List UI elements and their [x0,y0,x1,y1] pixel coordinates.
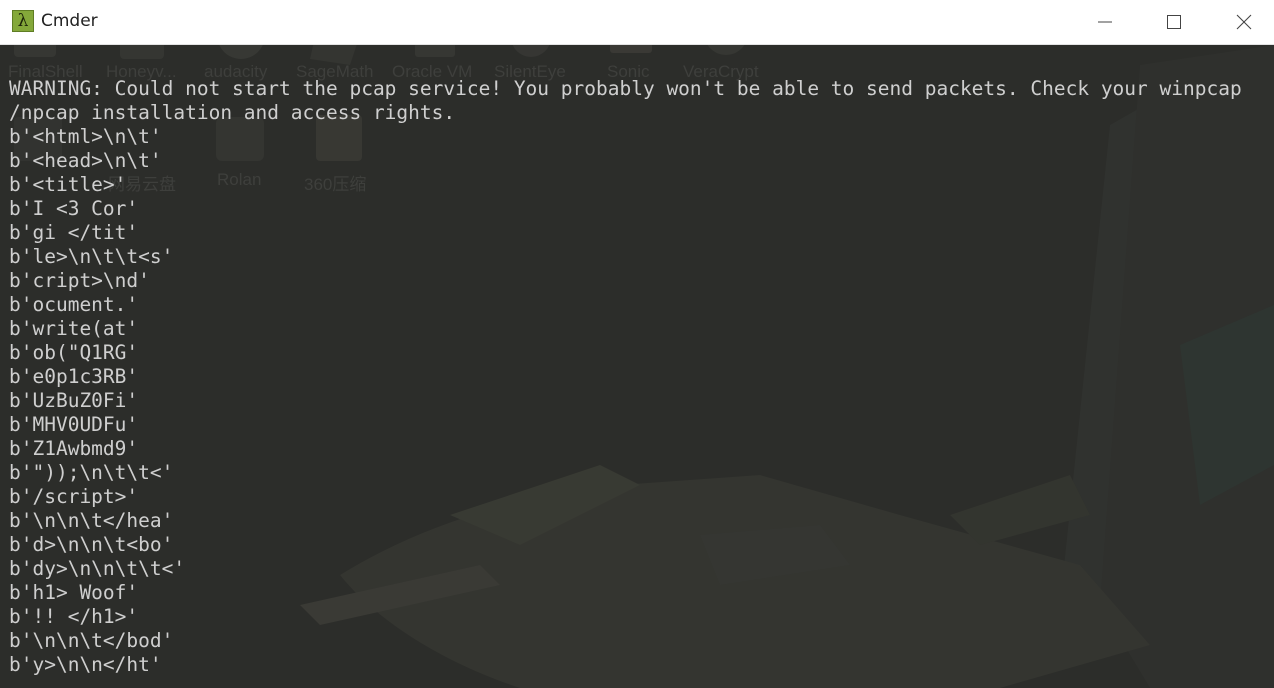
minimize-button[interactable] [1082,0,1128,44]
console-output-line: b'<html>\n\t' [9,125,162,148]
console-output-line: b'/script>' [9,485,139,508]
console-output-line: b'Z1Awbmd9' [9,437,139,460]
console-output-line: b'I <3 Cor' [9,197,139,220]
console-output-line: b'"));\n\t\t<' [9,461,174,484]
console-output-line: b'd>\n\n\t<bo' [9,533,174,556]
console-output-line: b'<title>' [9,173,127,196]
console-output-line: b'ocument.' [9,293,139,316]
console-output-line: b'write(at' [9,317,139,340]
close-button[interactable] [1221,0,1267,44]
console-output-line: b'h1> Woof' [9,581,139,604]
console-output-line: b'le>\n\t\t<s' [9,245,174,268]
minimize-icon [1098,21,1112,23]
console-output-line: b'MHV0UDFu' [9,413,139,436]
console-output-line: b'!! </h1>' [9,605,139,628]
console-output[interactable]: WARNING: Could not start the pcap servic… [0,45,1274,688]
lambda-icon: λ [12,10,34,32]
console-output-line: b'\n\n\t</hea' [9,509,174,532]
console-output-line: b'\n\n\t</bod' [9,629,174,652]
window-title: Cmder [41,11,98,31]
console-output-line: b'cript>\nd' [9,269,150,292]
cmder-window: FinalShell Honeyv... audacity SageMath O… [0,0,1274,688]
title-bar[interactable]: λ Cmder [0,0,1274,45]
maximize-button[interactable] [1151,0,1197,44]
console-output-line: b'dy>\n\n\t\t<' [9,557,186,580]
close-icon [1236,14,1252,30]
console-output-line: b'UzBuZ0Fi' [9,389,139,412]
console-output-line: b'e0p1c3RB' [9,365,139,388]
maximize-icon [1167,15,1181,29]
console-output-line: b'gi </tit' [9,221,139,244]
console-warning-line: WARNING: Could not start the pcap servic… [9,77,1242,100]
console-output-line: b'ob("Q1RG' [9,341,139,364]
console-output-line: b'y>\n\n</ht' [9,653,162,676]
console-output-line: b'<head>\n\t' [9,149,162,172]
console-warning-line: /npcap installation and access rights. [9,101,456,124]
